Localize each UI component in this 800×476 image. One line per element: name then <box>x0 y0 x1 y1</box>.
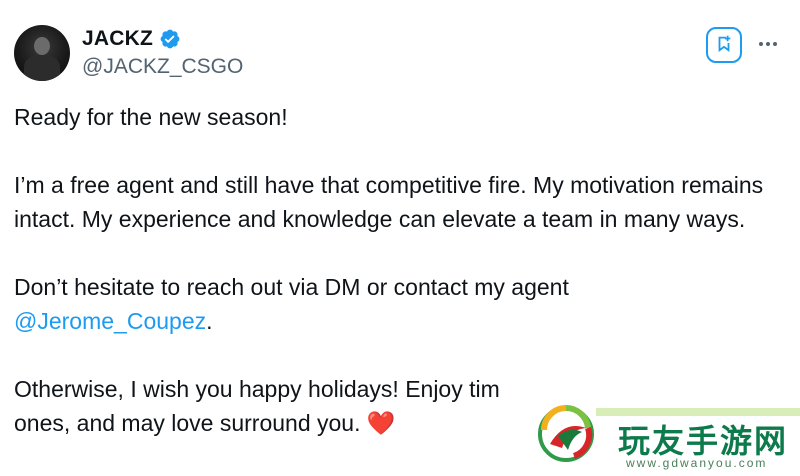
tweet-line-1: Ready for the new season! <box>14 104 288 130</box>
tweet-paragraph-4-text: Otherwise, I wish you happy holidays! En… <box>14 376 500 402</box>
tweet-paragraph-2: I’m a free agent and still have that com… <box>14 172 764 232</box>
tweet-paragraph-3-end: . <box>206 308 213 334</box>
avatar-body <box>24 55 60 81</box>
heart-emoji: ❤️ <box>366 410 396 436</box>
more-dot <box>759 42 763 46</box>
verified-badge-icon <box>159 28 181 50</box>
tweet-paragraph-4-text2: ones, and may love surround you. <box>14 410 361 436</box>
watermark: 玩友手游网 www.gdwanyou.com <box>526 378 800 476</box>
watermark-url: www.gdwanyou.com <box>626 456 768 470</box>
more-dot <box>766 42 770 46</box>
avatar[interactable] <box>14 25 70 81</box>
tweet-paragraph-3: Don’t hesitate to reach out via DM or co… <box>14 270 784 338</box>
avatar-head <box>34 37 50 55</box>
author-display-name[interactable]: JACKZ <box>82 27 153 51</box>
more-dot <box>773 42 777 46</box>
grok-bookmark-button[interactable] <box>706 27 742 63</box>
mention-link[interactable]: @Jerome_Coupez <box>14 308 206 334</box>
more-options-button[interactable] <box>754 32 782 56</box>
watermark-band <box>596 408 800 416</box>
author-handle[interactable]: @JACKZ_CSGO <box>82 55 243 79</box>
author-name-row: JACKZ <box>82 27 181 51</box>
watermark-logo-icon <box>534 400 598 464</box>
tweet-paragraph-3-text: Don’t hesitate to reach out via DM or co… <box>14 274 569 300</box>
grok-bookmark-icon <box>715 34 733 57</box>
